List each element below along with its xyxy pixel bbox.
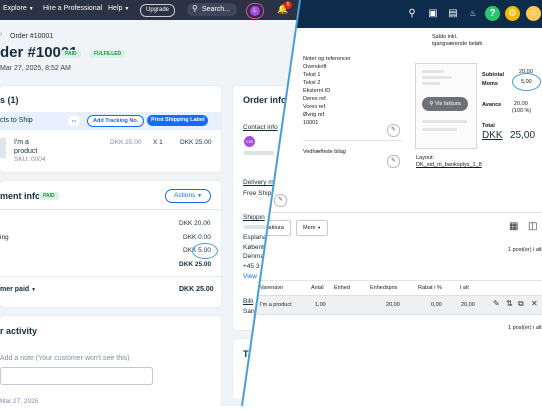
split-divider xyxy=(241,0,301,406)
